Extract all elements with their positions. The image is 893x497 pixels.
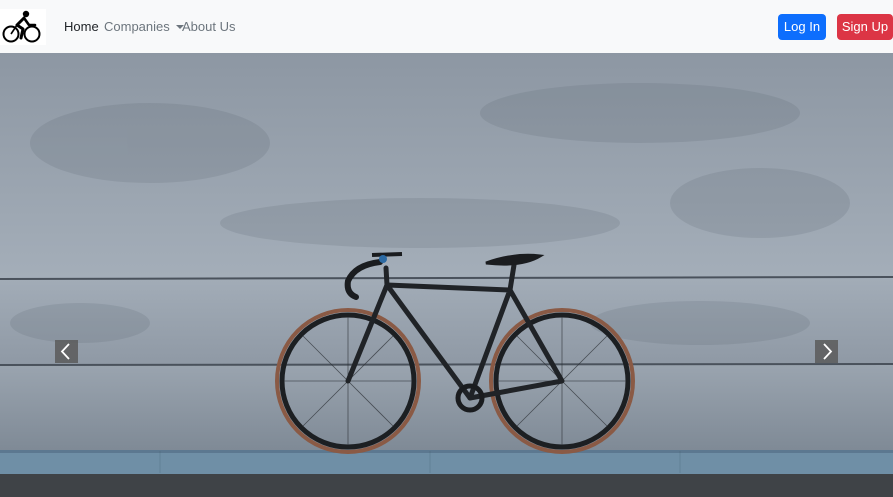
chevron-left-icon [60, 343, 70, 360]
carousel-next-button[interactable] [815, 340, 838, 363]
hero-carousel [0, 53, 893, 497]
carousel-prev-button[interactable] [55, 340, 78, 363]
nav-link-companies-label: Companies [104, 19, 170, 34]
log-in-button[interactable]: Log In [778, 14, 826, 40]
cyclist-logo-icon[interactable] [0, 9, 46, 45]
nav-link-about-us[interactable]: About Us [182, 19, 235, 35]
chevron-right-icon [823, 343, 833, 360]
nav-link-home[interactable]: Home [64, 19, 99, 35]
bicycle-against-concrete-wall-image [0, 53, 893, 497]
nav-link-companies[interactable]: Companies [104, 19, 184, 35]
sign-up-button[interactable]: Sign Up [837, 14, 893, 40]
navbar: Home Companies About Us Log In Sign Up [0, 0, 893, 53]
